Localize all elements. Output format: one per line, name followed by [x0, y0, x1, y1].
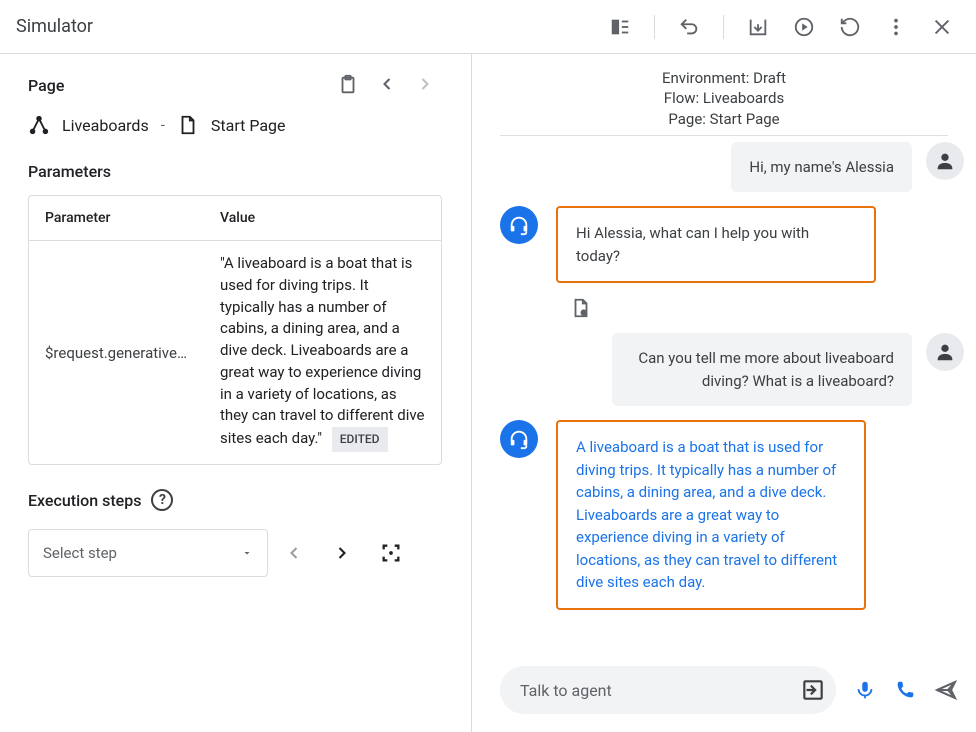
chevron-right-icon[interactable]	[415, 74, 435, 96]
panel-toggle-icon[interactable]	[602, 9, 638, 45]
mic-icon[interactable]	[854, 679, 876, 701]
send-icon[interactable]	[934, 678, 958, 702]
help-icon[interactable]: ?	[151, 489, 173, 511]
environment-info: Environment: Draft Flow: Liveaboards Pag…	[500, 54, 948, 136]
chat-message-user: Can you tell me more about liveaboard di…	[500, 333, 964, 406]
app-title: Simulator	[16, 16, 93, 37]
user-avatar-icon	[926, 142, 964, 180]
table-header-row: Parameter Value	[29, 196, 441, 241]
chat-message-bot: Hi Alessia, what can I help you with tod…	[500, 206, 964, 283]
execution-steps-label: Execution steps	[28, 491, 141, 510]
step-next-icon[interactable]	[332, 543, 364, 563]
breadcrumb-flow[interactable]: Liveaboards	[62, 116, 149, 135]
bot-bubble-highlighted: A liveaboard is a boat that is used for …	[556, 420, 866, 610]
param-value-text: "A liveaboard is a boat that is used for…	[220, 254, 425, 447]
flow-line: Flow: Liveaboards	[500, 88, 948, 108]
param-name-cell: $request.generative.res	[29, 332, 204, 374]
table-row[interactable]: $request.generative.res "A liveaboard is…	[29, 241, 441, 464]
submit-icon[interactable]	[800, 677, 826, 703]
parameters-label: Parameters	[28, 162, 447, 181]
chat-input-bar: Talk to agent	[472, 652, 976, 732]
page-icon	[177, 114, 199, 136]
chat-area: Hi, my name's Alessia Hi Alessia, what c…	[472, 136, 976, 652]
user-avatar-icon	[926, 333, 964, 371]
undo-icon[interactable]	[671, 9, 707, 45]
col-header-parameter: Parameter	[29, 196, 204, 240]
bot-bubble-highlighted: Hi Alessia, what can I help you with tod…	[556, 206, 876, 283]
select-step-placeholder: Select step	[43, 544, 117, 562]
toolbar-divider	[654, 15, 655, 39]
save-icon[interactable]	[740, 9, 776, 45]
page-line: Page: Start Page	[500, 109, 948, 129]
chat-input-placeholder: Talk to agent	[520, 681, 800, 700]
select-step-dropdown[interactable]: Select step	[28, 529, 268, 577]
close-icon[interactable]	[924, 9, 960, 45]
refresh-icon[interactable]	[832, 9, 868, 45]
breadcrumb-page[interactable]: Start Page	[211, 116, 286, 135]
chat-message-user: Hi, my name's Alessia	[500, 142, 964, 193]
page-section-label: Page	[28, 76, 64, 95]
clipboard-icon[interactable]	[337, 74, 359, 96]
toolbar-divider	[723, 15, 724, 39]
user-bubble: Can you tell me more about liveaboard di…	[612, 333, 912, 406]
flow-icon	[28, 114, 50, 136]
toolbar	[93, 9, 960, 45]
breadcrumb-separator: -	[161, 116, 165, 134]
chat-input[interactable]: Talk to agent	[500, 666, 836, 714]
breadcrumb: Liveaboards - Start Page	[28, 114, 447, 136]
edited-badge: EDITED	[332, 427, 388, 452]
bot-avatar-icon	[500, 206, 538, 244]
chevron-left-icon[interactable]	[377, 74, 397, 96]
response-detail-icon[interactable]: i	[570, 297, 964, 319]
user-bubble: Hi, my name's Alessia	[731, 142, 912, 193]
parameters-table: Parameter Value $request.generative.res …	[28, 195, 442, 465]
focus-icon[interactable]	[380, 542, 412, 564]
bot-avatar-icon	[500, 420, 538, 458]
chevron-down-icon	[241, 547, 253, 559]
chat-message-bot: A liveaboard is a boat that is used for …	[500, 420, 964, 610]
step-prev-icon	[284, 543, 316, 563]
env-line: Environment: Draft	[500, 68, 948, 88]
param-value-cell: "A liveaboard is a boat that is used for…	[204, 241, 441, 464]
phone-icon[interactable]	[894, 679, 916, 701]
col-header-value: Value	[204, 196, 441, 240]
play-icon[interactable]	[786, 9, 822, 45]
svg-text:i: i	[583, 311, 584, 316]
more-icon[interactable]	[878, 9, 914, 45]
